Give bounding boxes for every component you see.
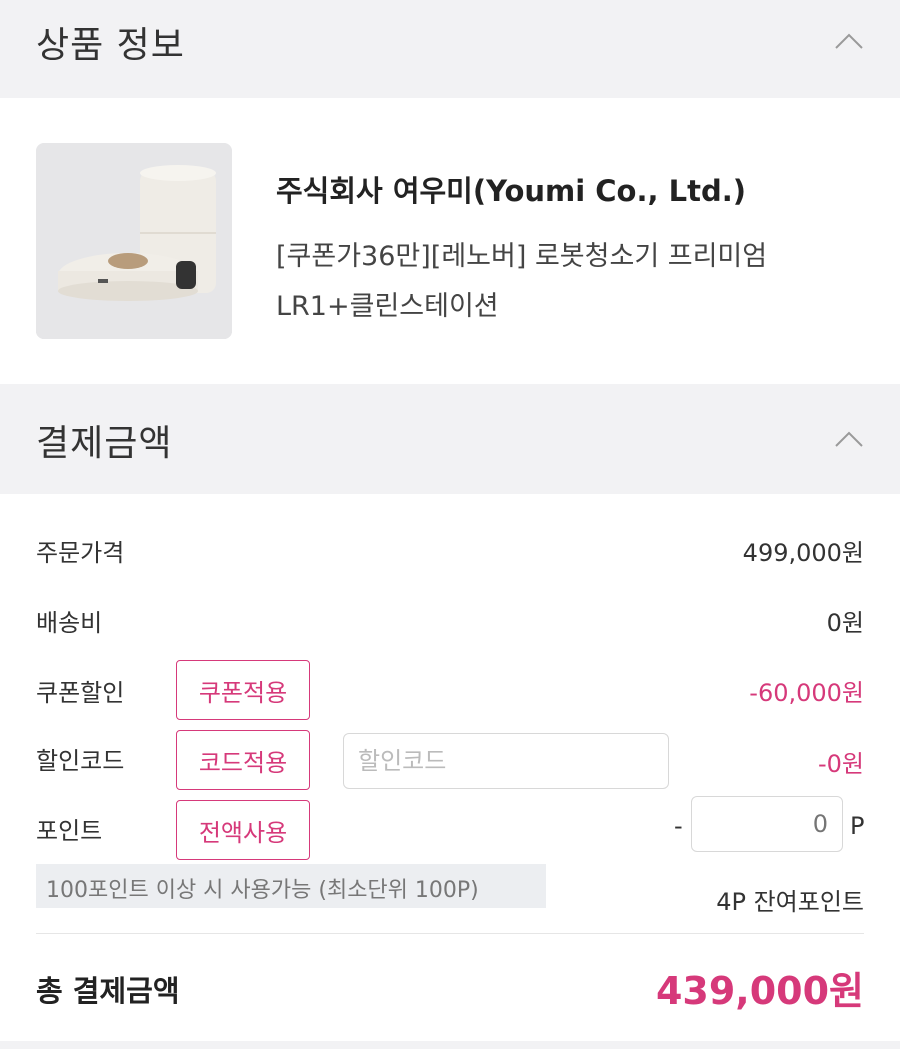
product-image[interactable] (36, 143, 232, 339)
points-label: 포인트 (36, 817, 103, 845)
product-info: 주식회사 여우미(Youmi Co., Ltd.) [쿠폰가36만][레노버] … (0, 98, 900, 384)
shipping-label: 배송비 (36, 609, 103, 637)
product-name: [쿠폰가36만][레노버] 로봇청소기 프리미엄 LR1+클린스테이션 (276, 232, 856, 332)
order-price-value: 499,000원 (742, 539, 864, 567)
apply-coupon-button[interactable]: 쿠폰적용 (176, 660, 310, 720)
total-payment-label: 총 결제금액 (36, 974, 180, 1008)
discount-code-label: 할인코드 (36, 747, 125, 775)
bottom-band (0, 1041, 900, 1049)
chevron-up-icon[interactable] (834, 26, 864, 56)
order-price-label: 주문가격 (36, 539, 125, 567)
seller-name: 주식회사 여우미(Youmi Co., Ltd.) (276, 174, 746, 208)
remaining-points: 4P 잔여포인트 (716, 888, 864, 916)
payment-section-title: 결제금액 (36, 423, 173, 464)
shipping-value: 0원 (826, 609, 864, 637)
product-name-line1: [쿠폰가36만][레노버] 로봇청소기 프리미엄 (276, 241, 768, 272)
coupon-label: 쿠폰할인 (36, 679, 125, 707)
divider (36, 933, 864, 934)
points-input[interactable] (691, 796, 843, 852)
product-section-title: 상품 정보 (36, 25, 185, 66)
points-minus-sign: - (674, 812, 683, 840)
points-notice: 100포인트 이상 시 사용가능 (최소단위 100P) (36, 864, 546, 908)
apply-code-button[interactable]: 코드적용 (176, 730, 310, 790)
chevron-up-icon[interactable] (834, 424, 864, 454)
coupon-discount-value: -60,000원 (749, 679, 864, 707)
product-name-line2: LR1+클린스테이션 (276, 291, 499, 322)
product-section-header[interactable]: 상품 정보 (0, 0, 900, 98)
discount-code-value: -0원 (817, 750, 864, 778)
points-unit: P (850, 812, 865, 840)
discount-code-input[interactable] (343, 733, 669, 789)
total-payment-value: 439,000원 (655, 969, 864, 1013)
use-all-points-button[interactable]: 전액사용 (176, 800, 310, 860)
payment-section-header[interactable]: 결제금액 (0, 384, 900, 494)
